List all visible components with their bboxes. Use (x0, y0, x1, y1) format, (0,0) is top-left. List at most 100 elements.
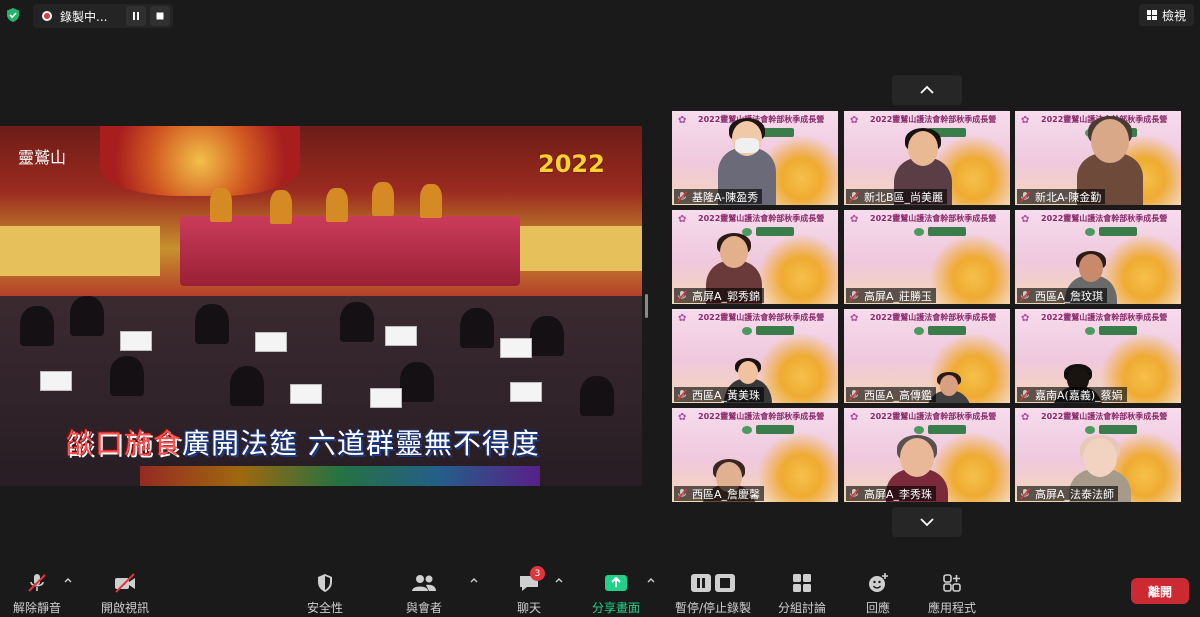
participant-name: 西區A_黃美珠 (692, 388, 761, 402)
participant-name-tag: 高屏A_莊勝玉 (846, 288, 937, 303)
attendee-figure (460, 308, 494, 348)
participant-name: 基隆A-陳盈秀 (692, 190, 759, 204)
share-options-caret-icon[interactable] (645, 574, 657, 586)
tile-banner: 2022靈鷲山護法會幹部秋季成長營 (1041, 313, 1168, 322)
sutra-book (120, 331, 152, 351)
banner-emblem-icon (1085, 426, 1095, 434)
banner-sub-plaque (756, 227, 794, 236)
start-video-button[interactable]: 開啟視訊 (101, 570, 149, 616)
participant-name-tag: 西區A_詹玟琪 (1017, 288, 1108, 303)
chevron-down-icon (920, 518, 934, 527)
flower-icon: ✿ (850, 313, 859, 324)
mic-muted-icon (848, 487, 860, 500)
video-caption: 燄口施食廣開法筵 六道群靈無不得度 (66, 422, 540, 462)
banner-emblem-icon (914, 327, 924, 335)
participant-tile[interactable]: ✿ 2022靈鷲山護法會幹部秋季成長營 高屏A_莊勝玉 (844, 210, 1010, 304)
participant-name-tag: 西區A_詹慶馨 (674, 486, 765, 501)
caption-rainbow (140, 466, 540, 486)
share-screen-icon (605, 575, 627, 591)
audio-options-caret-icon[interactable] (62, 574, 74, 586)
participant-name-tag: 嘉南A(嘉義)_蔡娟 (1017, 387, 1127, 402)
chat-button[interactable]: 3 聊天 (516, 566, 545, 616)
pause-stop-recording-button[interactable]: 暫停/停止錄製 (675, 570, 751, 616)
security-button[interactable]: 安全性 (307, 570, 343, 616)
chat-label: 聊天 (516, 601, 541, 615)
stop-recording-button[interactable] (150, 6, 170, 26)
attendee-figure (70, 296, 104, 336)
security-shield-icon (318, 574, 332, 592)
participant-name: 新北A-陳金勤 (1035, 190, 1102, 204)
unmute-button[interactable]: 解除靜音 (13, 570, 61, 616)
breakout-rooms-icon (793, 574, 811, 592)
participant-name: 高屏A_莊勝玉 (864, 289, 933, 303)
participant-name: 高屏A_李秀珠 (864, 487, 933, 501)
monk-figure (420, 184, 442, 218)
shield-icon[interactable] (5, 7, 21, 23)
participant-tile[interactable]: ✿ 2022靈鷲山護法會幹部秋季成長營 新北B區_尚美麗 (844, 111, 1010, 205)
reaction-smiley-icon (869, 573, 888, 592)
chevron-up-icon (920, 85, 934, 94)
mic-muted-icon (676, 487, 688, 500)
leave-button[interactable]: 離開 (1131, 578, 1189, 604)
recording-label: 錄製中... (60, 9, 108, 24)
breakout-rooms-label: 分組討論 (778, 601, 827, 615)
pause-recording-button[interactable] (126, 6, 146, 26)
flower-icon: ✿ (678, 412, 687, 423)
breakout-rooms-button[interactable]: 分組討論 (778, 570, 826, 616)
view-button[interactable]: 檢視 (1138, 4, 1194, 26)
share-screen-button[interactable]: 分享畫面 (592, 570, 640, 616)
participant-tile[interactable]: ✿ 2022靈鷲山護法會幹部秋季成長營 高屏A_法泰法師 (1015, 408, 1181, 502)
participant-name: 嘉南A(嘉義)_蔡娟 (1035, 388, 1123, 402)
participants-label: 與會者 (406, 601, 443, 615)
apps-icon (943, 574, 961, 592)
flower-icon: ✿ (850, 115, 859, 126)
participant-name: 西區A_詹玟琪 (1035, 289, 1104, 303)
participant-tile[interactable]: ✿ 2022靈鷲山護法會幹部秋季成長營 西區A_黃美珠 (672, 309, 838, 403)
participants-icon (412, 575, 436, 591)
video-off-icon (115, 573, 135, 593)
flower-icon: ✿ (678, 115, 687, 126)
participant-name: 高屏A_法泰法師 (1035, 487, 1115, 501)
participant-tile[interactable]: ✿ 2022靈鷲山護法會幹部秋季成長營 西區A_高傳鑑 (844, 309, 1010, 403)
pause-stop-recording-icon (691, 574, 736, 592)
mic-muted-icon (28, 574, 46, 592)
gallery-prev-button[interactable] (892, 75, 962, 105)
banner-sub-plaque (928, 227, 966, 236)
apps-button[interactable]: 應用程式 (928, 570, 976, 616)
reactions-button[interactable]: 回應 (865, 570, 891, 616)
video-year: 2022 (538, 150, 605, 178)
participant-name-tag: 新北A-陳金勤 (1017, 189, 1106, 204)
participant-tile[interactable]: ✿ 2022靈鷲山護法會幹部秋季成長營 高屏A_郭秀錦 (672, 210, 838, 304)
banner-emblem-icon (1085, 327, 1095, 335)
monk-figure (326, 188, 348, 222)
mic-muted-icon (676, 388, 688, 401)
participant-name: 新北B區_尚美麗 (864, 190, 944, 204)
participants-button[interactable]: 與會者 (406, 570, 442, 616)
flower-icon: ✿ (678, 313, 687, 324)
participants-options-caret-icon[interactable] (468, 574, 480, 586)
altar (180, 216, 520, 286)
participant-tile[interactable]: ✿ 2022靈鷲山護法會幹部秋季成長營 基隆A-陳盈秀 (672, 111, 838, 205)
mic-muted-icon (848, 289, 860, 302)
sutra-book (370, 388, 402, 408)
mic-muted-icon (848, 388, 860, 401)
chat-options-caret-icon[interactable] (553, 574, 565, 586)
resize-handle[interactable] (645, 294, 648, 318)
participant-name: 西區A_高傳鑑 (864, 388, 933, 402)
pause-icon (133, 12, 139, 20)
view-label: 檢視 (1161, 8, 1186, 23)
participant-tile[interactable]: ✿ 2022靈鷲山護法會幹部秋季成長營 嘉南A(嘉義)_蔡娟 (1015, 309, 1181, 403)
main-video[interactable]: 靈鷲山 2022 燄口施食廣開法筵 六道群靈無不得度 (0, 126, 642, 486)
flower-icon: ✿ (1021, 115, 1030, 126)
participant-tile[interactable]: ✿ 2022靈鷲山護法會幹部秋季成長營 西區A_詹慶馨 (672, 408, 838, 502)
video-logo: 靈鷲山 (18, 148, 67, 167)
gallery-next-button[interactable] (892, 507, 962, 537)
altar-backdrop (100, 126, 300, 196)
tile-banner: 2022靈鷲山護法會幹部秋季成長營 (1041, 214, 1168, 223)
attendee-figure (340, 302, 374, 342)
flower-icon: ✿ (1021, 412, 1030, 423)
participant-tile[interactable]: ✿ 2022靈鷲山護法會幹部秋季成長營 高屏A_李秀珠 (844, 408, 1010, 502)
participant-tile[interactable]: ✿2022靈鷲山護法會幹部秋季成長營新北A-陳金勤 (1015, 111, 1181, 205)
sutra-book (255, 332, 287, 352)
participant-tile[interactable]: ✿ 2022靈鷲山護法會幹部秋季成長營 西區A_詹玟琪 (1015, 210, 1181, 304)
